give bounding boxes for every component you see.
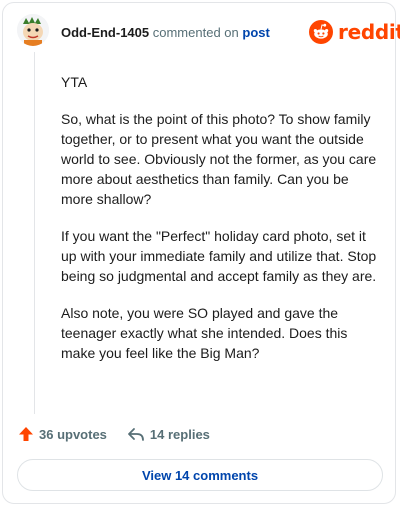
reply-icon (128, 428, 144, 441)
comment-header: Odd-End-1405 commented on post (61, 25, 270, 40)
comment-body: YTA So, what is the point of this photo?… (61, 72, 383, 380)
comment-paragraph: So, what is the point of this photo? To … (61, 111, 377, 207)
comment-paragraph: YTA (61, 74, 88, 90)
replies-count: 14 replies (149, 426, 210, 442)
reddit-logo: reddit (309, 20, 400, 44)
brand-wordmark: reddit (338, 20, 400, 44)
view-comments-button[interactable]: View 14 comments (17, 459, 383, 491)
avatar-image (17, 14, 49, 46)
username[interactable]: Odd-End-1405 (61, 25, 149, 40)
post-link[interactable]: post (242, 25, 269, 40)
upvote-count: 36 upvotes (39, 426, 107, 442)
thread-line (34, 52, 35, 414)
reddit-snoo-icon (309, 20, 333, 44)
header-verb: commented on (152, 25, 239, 40)
comment-actions: 36 upvotes 14 replies (18, 426, 210, 442)
upvote-arrow-icon (19, 427, 33, 441)
comment-paragraph: If you want the "Perfect" holiday card p… (61, 228, 377, 284)
comment-paragraph: Also note, you were SO played and gave t… (61, 305, 348, 361)
replies-button[interactable]: 14 replies (127, 426, 210, 442)
avatar[interactable] (17, 14, 49, 46)
upvote-button[interactable]: 36 upvotes (18, 426, 107, 442)
